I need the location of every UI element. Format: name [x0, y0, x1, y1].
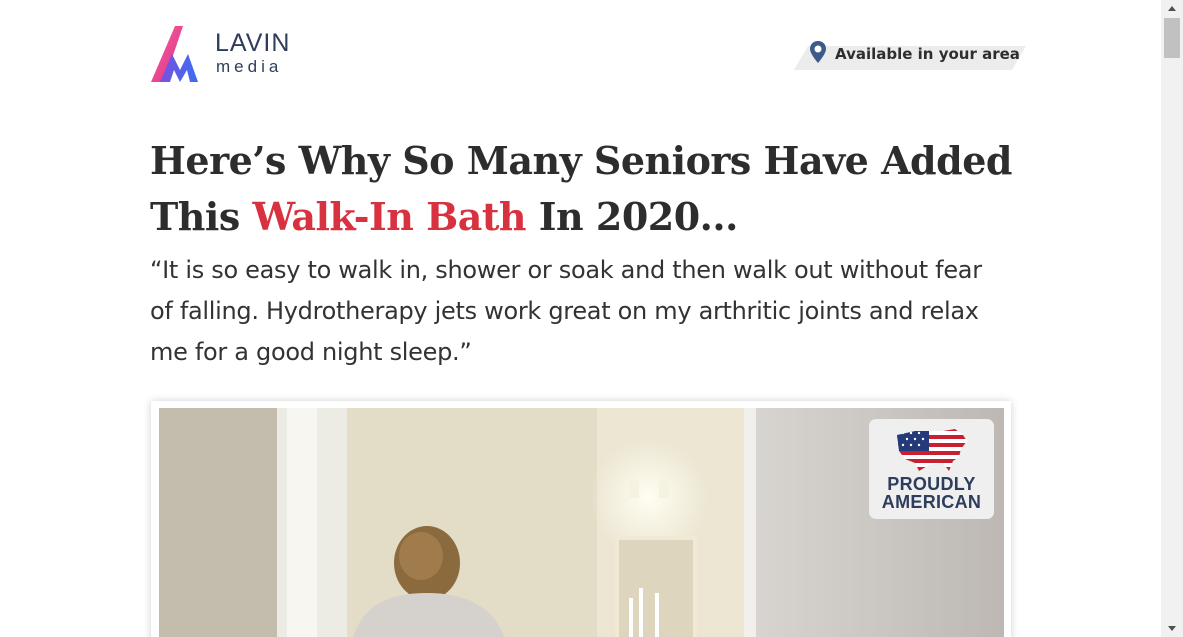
logo-brand-text: LAVIN	[215, 29, 291, 57]
article-headline: Here’s Why So Many Seniors Have Added Th…	[150, 133, 1030, 245]
landing-page: LAVIN media Available in your area Here’…	[0, 0, 1161, 637]
scrollbar-thumb[interactable]	[1164, 18, 1180, 58]
lavin-media-logo[interactable]: LAVIN media	[150, 24, 320, 86]
badge-line-american: AMERICAN	[881, 492, 982, 512]
testimonial-quote: “It is so easy to walk in, shower or soa…	[150, 256, 982, 366]
logo-sub-text: media	[216, 57, 283, 76]
usa-flag-map-icon	[897, 429, 967, 471]
availability-badge: Available in your area	[794, 40, 1026, 70]
location-pin-icon	[810, 41, 826, 63]
vertical-scrollbar[interactable]	[1161, 0, 1183, 637]
proudly-american-badge: PROUDLY AMERICAN	[869, 419, 994, 519]
scroll-up-arrow-icon[interactable]	[1161, 0, 1183, 17]
headline-highlight: Walk-In Bath	[252, 194, 527, 239]
headline-text-end: In 2020...	[526, 194, 739, 239]
availability-label: Available in your area	[835, 45, 1020, 63]
lavin-logo-mark-icon	[151, 26, 198, 82]
scroll-down-arrow-icon[interactable]	[1161, 620, 1183, 637]
